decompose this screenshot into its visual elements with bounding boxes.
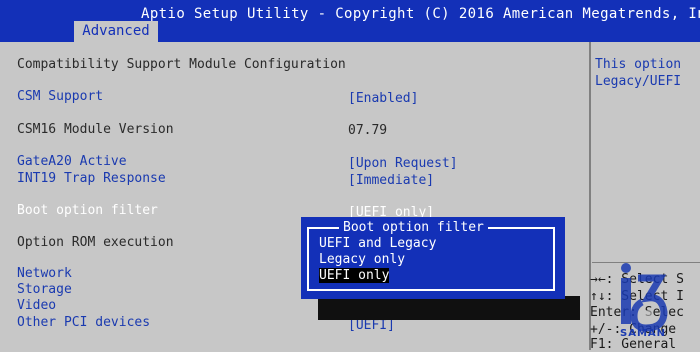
help-line-2: Legacy/UEFI	[595, 74, 682, 89]
setting-video[interactable]: Video	[17, 298, 56, 313]
setting-boot-option-filter[interactable]: Boot option filter	[17, 203, 158, 218]
value-gatea20-active[interactable]: [Upon Request]	[348, 156, 458, 171]
help-line-1: This option	[595, 57, 682, 72]
setting-csm16-version: CSM16 Module Version	[17, 122, 174, 137]
value-csm-support[interactable]: [Enabled]	[348, 91, 418, 106]
setting-other-pci[interactable]: Other PCI devices	[17, 315, 150, 330]
tab-advanced[interactable]: Advanced	[74, 21, 158, 42]
watermark-text: SAMAN	[620, 328, 667, 339]
popup-option-legacy-only[interactable]: Legacy only	[319, 252, 405, 267]
popup-option-uefi-only[interactable]: UEFI only	[319, 268, 390, 283]
popup-title: Boot option filter	[339, 220, 488, 235]
title-bar: Aptio Setup Utility - Copyright (C) 2016…	[0, 0, 700, 42]
setting-network[interactable]: Network	[17, 266, 72, 281]
setting-option-rom-execution: Option ROM execution	[17, 235, 174, 250]
setting-csm-support[interactable]: CSM Support	[17, 89, 103, 104]
setting-gatea20-active[interactable]: GateA20 Active	[17, 154, 127, 169]
setting-storage[interactable]: Storage	[17, 282, 72, 297]
value-csm16-version: 07.79	[348, 123, 388, 138]
section-title: Compatibility Support Module Configurati…	[17, 57, 346, 72]
popup-shadow	[318, 296, 580, 320]
popup-option-uefi-and-legacy[interactable]: UEFI and Legacy	[319, 236, 436, 251]
boot-option-filter-popup: Boot option filter UEFI and Legacy Legac…	[301, 217, 565, 299]
value-other-pci[interactable]: [UEFI]	[348, 318, 395, 333]
setting-int19-trap[interactable]: INT19 Trap Response	[17, 171, 166, 186]
window-title: Aptio Setup Utility - Copyright (C) 2016…	[141, 6, 700, 22]
value-int19-trap[interactable]: [Immediate]	[348, 173, 434, 188]
